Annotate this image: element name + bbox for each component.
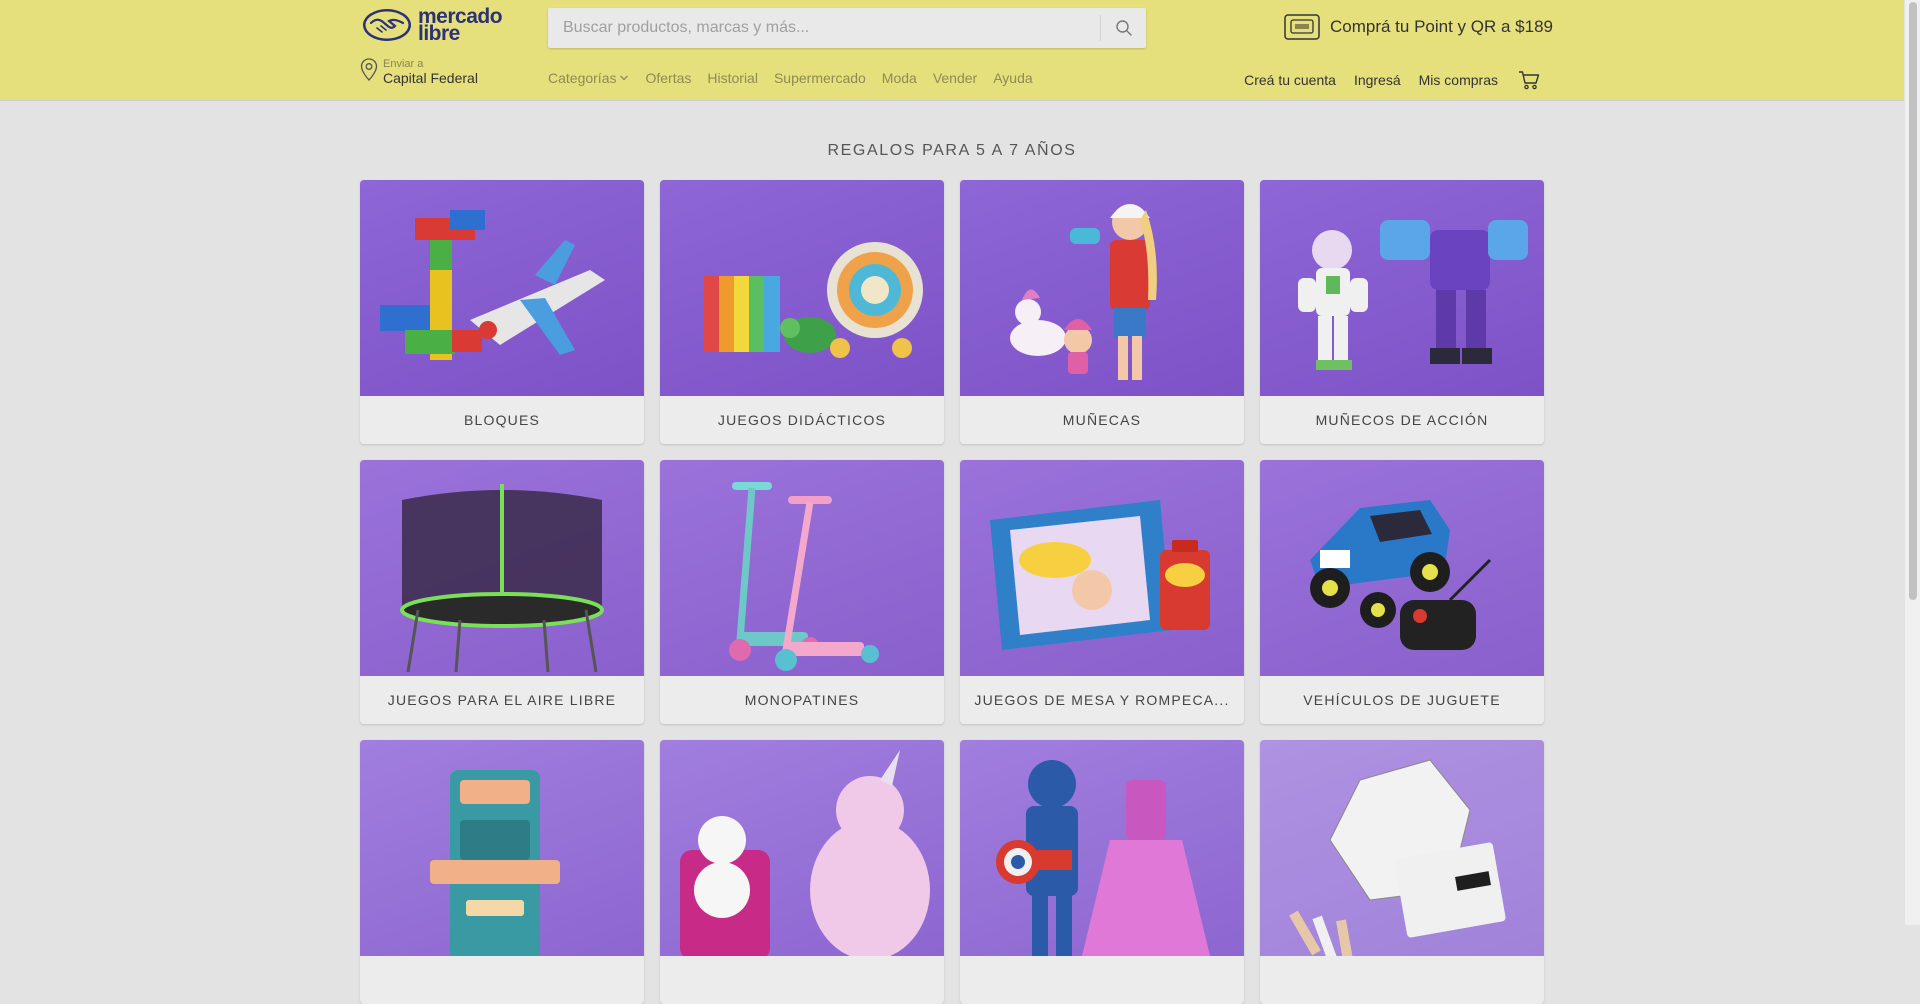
- nav-item-ayuda[interactable]: Ayuda: [993, 70, 1032, 86]
- section-title: REGALOS PARA 5 A 7 AÑOS: [827, 142, 1077, 159]
- page-scrollbar[interactable]: [1904, 0, 1920, 925]
- category-label: [1260, 956, 1544, 1004]
- category-card[interactable]: MUÑECAS: [960, 180, 1244, 444]
- category-card[interactable]: JUEGOS PARA EL AIRE LIBRE: [360, 460, 644, 724]
- category-card[interactable]: VEHÍCULOS DE JUGUETE: [1260, 460, 1544, 724]
- category-card[interactable]: [360, 740, 644, 1004]
- header: mercado libre Comprá tu Point y QR a $18…: [0, 0, 1904, 100]
- user-nav: Creá tu cuenta Ingresá Mis compras: [1226, 70, 1540, 90]
- promo-text: Comprá tu Point y QR a $189: [1330, 17, 1554, 36]
- nav-item-ofertas[interactable]: Ofertas: [645, 70, 691, 86]
- search-input[interactable]: [548, 8, 1100, 48]
- blocks-airplane-image: [360, 180, 644, 396]
- category-card[interactable]: JUEGOS DE MESA Y ROMPECA...: [960, 460, 1244, 724]
- mercadolibre-logo[interactable]: mercado libre: [362, 6, 503, 44]
- rc-car-image: [1260, 460, 1544, 676]
- board-games-image: [960, 460, 1244, 676]
- doll-unicorn-image: [960, 180, 1244, 396]
- category-label: VEHÍCULOS DE JUGUETE: [1303, 692, 1501, 708]
- search-bar: [548, 8, 1146, 48]
- shipping-location[interactable]: Enviar a Capital Federal: [360, 58, 478, 86]
- promo-banner[interactable]: Comprá tu Point y QR a $189: [1284, 12, 1553, 42]
- my-purchases-link[interactable]: Mis compras: [1419, 72, 1498, 88]
- nav-item-moda[interactable]: Moda: [882, 70, 917, 86]
- cart-icon: [1519, 71, 1540, 90]
- cart-button[interactable]: [1518, 70, 1540, 90]
- category-label: JUEGOS PARA EL AIRE LIBRE: [387, 692, 617, 708]
- category-label: [960, 956, 1244, 1004]
- search-button[interactable]: [1100, 15, 1146, 41]
- coloring-kit-image: [1260, 740, 1544, 956]
- nav-item-historial[interactable]: Historial: [707, 70, 758, 86]
- plush-toys-image: [660, 740, 944, 956]
- handshake-logo-icon: [363, 9, 411, 41]
- costumes-image: [960, 740, 1244, 956]
- category-card[interactable]: [660, 740, 944, 1004]
- category-card[interactable]: [1260, 740, 1544, 1004]
- trampoline-image: [360, 460, 644, 676]
- tool-bench-image: [360, 740, 644, 956]
- main-nav: Categorías Ofertas Historial Supermercad…: [548, 70, 1049, 86]
- category-label: [360, 956, 644, 1004]
- login-link[interactable]: Ingresá: [1354, 72, 1401, 88]
- scrollbar-thumb[interactable]: [1909, 2, 1917, 600]
- chevron-down-icon: [620, 75, 629, 81]
- category-label: MUÑECOS DE ACCIÓN: [1315, 412, 1489, 428]
- category-label: [660, 956, 944, 1004]
- location-pin-icon: [360, 58, 378, 81]
- category-card[interactable]: [960, 740, 1244, 1004]
- nav-item-supermercado[interactable]: Supermercado: [774, 70, 866, 86]
- category-label: JUEGOS DE MESA Y ROMPECA...: [974, 692, 1230, 708]
- category-card[interactable]: MUÑECOS DE ACCIÓN: [1260, 180, 1544, 444]
- category-grid: BLOQUES JUEGOS DIDÁCTICOS MUÑECAS MUÑECO…: [360, 180, 1544, 1004]
- search-icon: [1115, 20, 1132, 36]
- nav-item-vender[interactable]: Vender: [933, 70, 977, 86]
- category-card[interactable]: MONOPATINES: [660, 460, 944, 724]
- logo-wordmark: mercado libre: [418, 6, 503, 44]
- category-label: BLOQUES: [463, 412, 541, 428]
- nav-label: Categorías: [548, 70, 617, 86]
- category-card[interactable]: JUEGOS DIDÁCTICOS: [660, 180, 944, 444]
- create-account-link[interactable]: Creá tu cuenta: [1244, 72, 1336, 88]
- category-label: MONOPATINES: [744, 692, 860, 708]
- magnetic-balls-turtle-image: [660, 180, 944, 396]
- point-device-icon: [1284, 14, 1320, 40]
- scooters-image: [660, 460, 944, 676]
- nav-item-categorias[interactable]: Categorías: [548, 70, 629, 86]
- category-label: MUÑECAS: [1062, 412, 1142, 428]
- category-label: JUEGOS DIDÁCTICOS: [717, 412, 887, 428]
- location-label: Enviar a: [383, 58, 424, 70]
- location-value: Capital Federal: [383, 70, 478, 86]
- category-card[interactable]: BLOQUES: [360, 180, 644, 444]
- action-figures-image: [1260, 180, 1544, 396]
